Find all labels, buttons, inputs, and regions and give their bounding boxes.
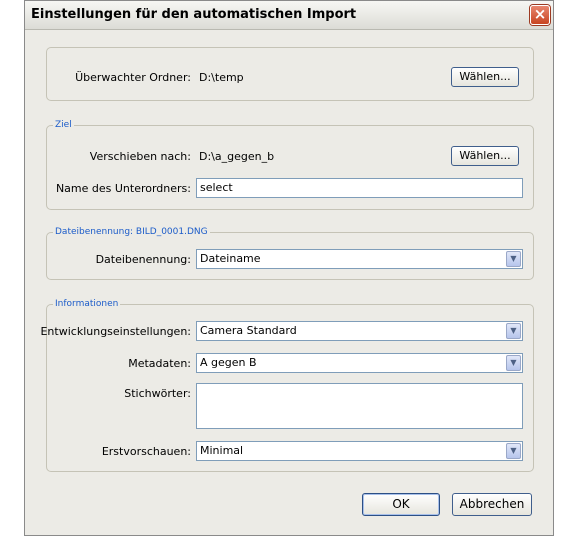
choose-target-folder-button[interactable]: Wählen... bbox=[451, 146, 519, 166]
chevron-down-icon[interactable]: ▼ bbox=[506, 443, 521, 459]
move-to-value: D:\a_gegen_b bbox=[199, 150, 275, 163]
develop-settings-label: Entwicklungseinstellungen: bbox=[40, 325, 191, 338]
metadata-select[interactable]: A gegen B ▼ bbox=[196, 353, 523, 373]
initial-previews-select[interactable]: Minimal ▼ bbox=[196, 441, 523, 461]
develop-settings-select[interactable]: Camera Standard ▼ bbox=[196, 321, 523, 341]
target-legend: Ziel bbox=[55, 120, 72, 130]
naming-legend: Dateibenennung: BILD_0001.DNG bbox=[55, 227, 208, 237]
import-settings-dialog: Einstellungen für den automatischen Impo… bbox=[24, 0, 554, 536]
naming-select-value: Dateiname bbox=[200, 252, 261, 265]
naming-select[interactable]: Dateiname ▼ bbox=[196, 249, 523, 269]
title-bar[interactable]: Einstellungen für den automatischen Impo… bbox=[25, 1, 553, 30]
dialog-title: Einstellungen für den automatischen Impo… bbox=[31, 7, 357, 22]
subfolder-label: Name des Unterordners: bbox=[55, 182, 191, 195]
ok-button[interactable]: OK bbox=[362, 493, 440, 516]
watched-folder-label: Überwachter Ordner: bbox=[75, 71, 191, 84]
initial-previews-label: Erstvorschauen: bbox=[101, 445, 191, 458]
close-button[interactable]: × bbox=[530, 5, 550, 25]
chevron-down-icon[interactable]: ▼ bbox=[506, 323, 521, 339]
information-legend: Informationen bbox=[55, 299, 119, 309]
keywords-textarea[interactable] bbox=[196, 383, 523, 429]
subfolder-name-input[interactable]: select bbox=[196, 178, 523, 198]
metadata-label: Metadaten: bbox=[128, 357, 191, 370]
naming-label: Dateibenennung: bbox=[95, 253, 191, 266]
choose-watched-folder-button[interactable]: Wählen... bbox=[451, 67, 519, 87]
develop-settings-value: Camera Standard bbox=[200, 324, 297, 337]
chevron-down-icon[interactable]: ▼ bbox=[506, 251, 521, 267]
keywords-label: Stichwörter: bbox=[124, 387, 191, 400]
initial-previews-value: Minimal bbox=[200, 444, 244, 457]
watched-folder-value: D:\temp bbox=[199, 71, 244, 84]
cancel-button[interactable]: Abbrechen bbox=[452, 493, 532, 516]
metadata-value: A gegen B bbox=[200, 356, 257, 369]
move-to-label: Verschieben nach: bbox=[89, 150, 191, 163]
chevron-down-icon[interactable]: ▼ bbox=[506, 355, 521, 371]
